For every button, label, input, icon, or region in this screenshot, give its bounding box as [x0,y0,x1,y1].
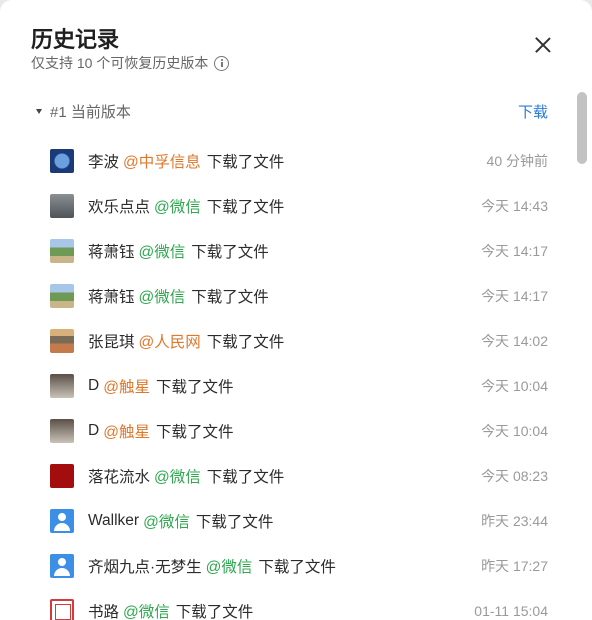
action-text: 下载了文件 [176,600,254,620]
source-label: @微信 [123,600,170,620]
field-avatar [50,284,74,308]
user-name: Wallker [88,512,139,530]
user-name: 书路 [88,600,119,620]
source-label: @微信 [206,555,253,577]
version-header[interactable]: #1 当前版本 下载 [36,100,548,122]
list-item[interactable]: 蒋萧钰 @微信 下载了文件 今天 14:17 [50,228,548,273]
user-name: 李波 [88,150,119,172]
caret-down-icon[interactable] [36,109,42,114]
user-avatar [50,509,74,533]
source-label: @人民网 [139,330,201,352]
history-list: 李波 @中孚信息 下载了文件 40 分钟前 欢乐点点 @微信 下载了文件 今天 … [50,138,548,620]
source-label: @触星 [103,375,150,397]
timestamp: 昨天 23:44 [481,511,548,531]
list-item[interactable]: 书路 @微信 下载了文件 01-11 15:04 [50,588,548,620]
group-avatar [50,194,74,218]
source-label: @微信 [139,240,186,262]
info-icon[interactable] [214,56,229,71]
action-text: 下载了文件 [207,195,285,217]
timestamp: 01-11 15:04 [474,603,548,619]
source-label: @微信 [139,285,186,307]
history-panel: 历史记录 仅支持 10 个可恢复历史版本 #1 当前版本 下载 李波 @中孚信息… [0,0,592,620]
action-text: 下载了文件 [191,240,269,262]
user-name: D [88,422,99,440]
stamp-avatar [50,599,74,620]
action-text: 下载了文件 [196,510,274,532]
timestamp: 今天 14:17 [481,286,548,306]
field-avatar [50,239,74,263]
panel-title: 历史记录 [31,22,119,54]
action-text: 下载了文件 [207,465,285,487]
source-label: @微信 [154,465,201,487]
list-item[interactable]: Wallker @微信 下载了文件 昨天 23:44 [50,498,548,543]
action-text: 下载了文件 [207,150,285,172]
globe-avatar [50,149,74,173]
user-name: 张昆琪 [88,330,135,352]
action-text: 下载了文件 [156,375,234,397]
list-item[interactable]: 李波 @中孚信息 下载了文件 40 分钟前 [50,138,548,183]
scrollbar-thumb[interactable] [577,92,587,164]
list-item[interactable]: 蒋萧钰 @微信 下载了文件 今天 14:17 [50,273,548,318]
user-name: 落花流水 [88,465,150,487]
action-text: 下载了文件 [156,420,234,442]
list-item[interactable]: 欢乐点点 @微信 下载了文件 今天 14:43 [50,183,548,228]
action-text: 下载了文件 [258,555,336,577]
subtitle-text: 仅支持 10 个可恢复历史版本 [31,53,208,73]
source-label: @微信 [143,510,190,532]
red-avatar [50,464,74,488]
user-name: D [88,377,99,395]
action-text: 下载了文件 [191,285,269,307]
timestamp: 今天 10:04 [481,421,548,441]
source-label: @触星 [103,420,150,442]
list-item[interactable]: 落花流水 @微信 下载了文件 今天 08:23 [50,453,548,498]
people-avatar [50,329,74,353]
timestamp: 今天 08:23 [481,466,548,486]
user-name: 蒋萧钰 [88,285,135,307]
source-label: @中孚信息 [123,150,201,172]
user-name: 蒋萧钰 [88,240,135,262]
timestamp: 今天 14:17 [481,241,548,261]
user-avatar [50,554,74,578]
source-label: @微信 [154,195,201,217]
user-name: 欢乐点点 [88,195,150,217]
bird-avatar [50,374,74,398]
list-item[interactable]: D @触星 下载了文件 今天 10:04 [50,408,548,453]
timestamp: 今天 14:02 [481,331,548,351]
user-name: 齐烟九点·无梦生 [88,555,202,577]
timestamp: 今天 14:43 [481,196,548,216]
list-item[interactable]: 张昆琪 @人民网 下载了文件 今天 14:02 [50,318,548,363]
close-icon[interactable] [530,32,556,58]
list-item[interactable]: 齐烟九点·无梦生 @微信 下载了文件 昨天 17:27 [50,543,548,588]
action-text: 下载了文件 [207,330,285,352]
timestamp: 昨天 17:27 [481,556,548,576]
panel-subtitle: 仅支持 10 个可恢复历史版本 [31,53,229,73]
timestamp: 今天 10:04 [481,376,548,396]
download-button[interactable]: 下载 [518,101,548,122]
bird-avatar [50,419,74,443]
list-item[interactable]: D @触星 下载了文件 今天 10:04 [50,363,548,408]
timestamp: 40 分钟前 [487,151,548,171]
version-label: #1 当前版本 [50,101,131,122]
